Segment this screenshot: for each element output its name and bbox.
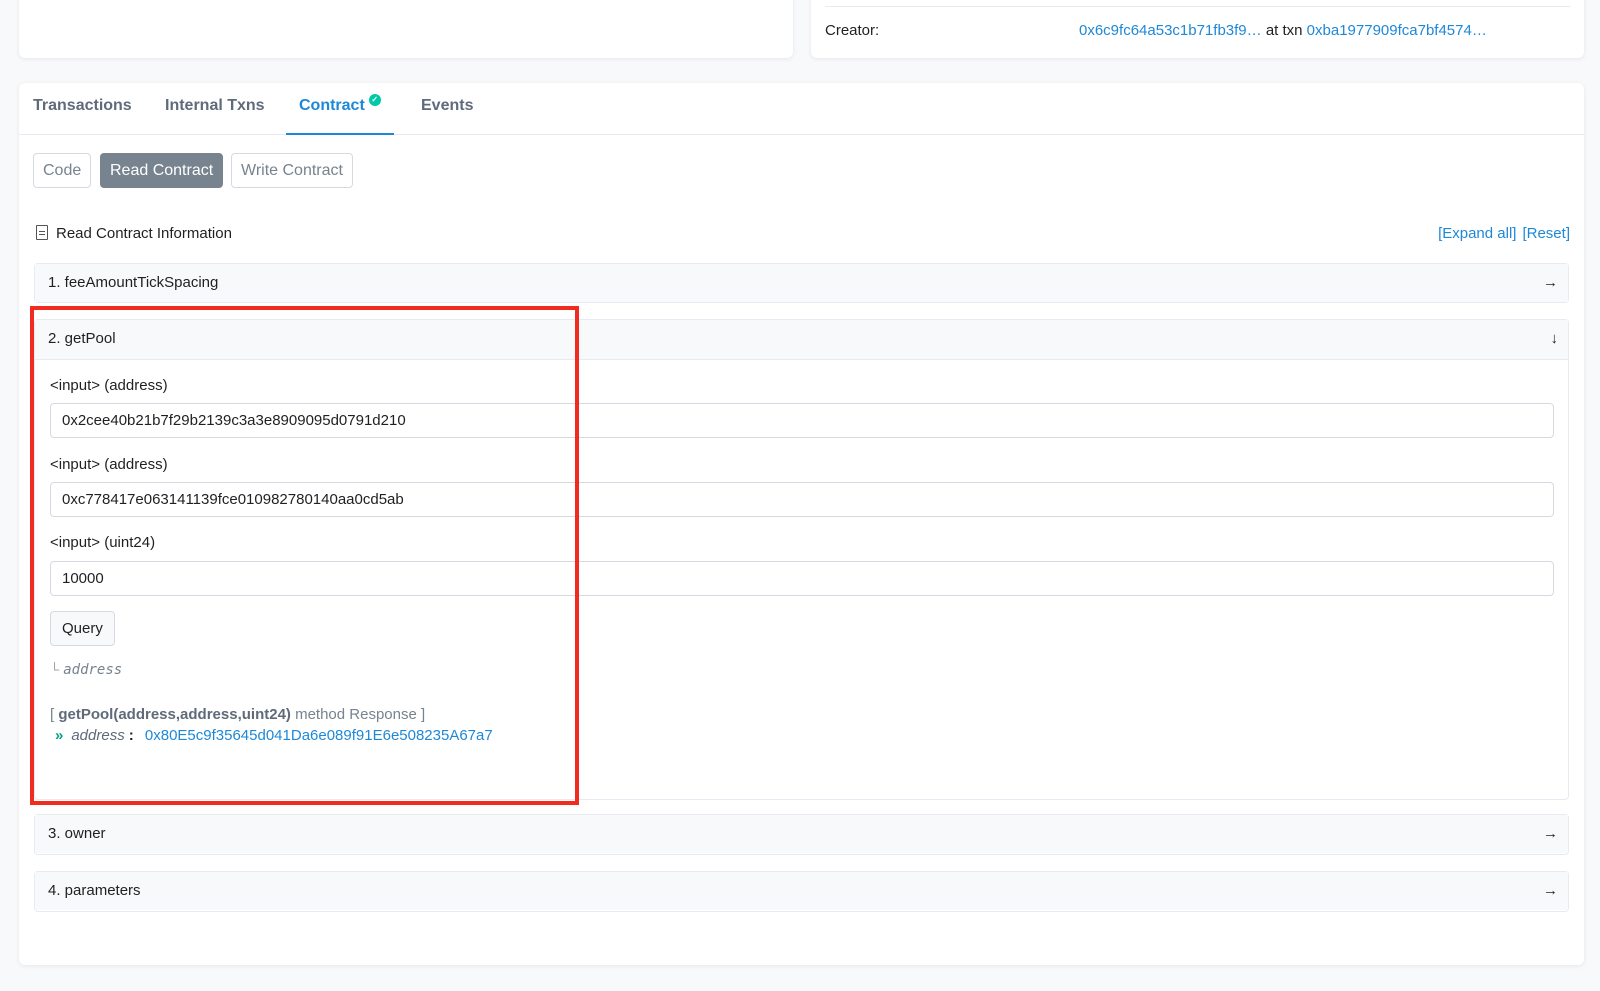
tab-transactions[interactable]: Transactions xyxy=(20,83,145,135)
input-label: <input> (address) xyxy=(50,377,168,394)
tab-events[interactable]: Events xyxy=(408,83,486,135)
method-title: 1. feeAmountTickSpacing xyxy=(48,274,219,291)
response-signature: getPool(address,address,uint24) xyxy=(58,706,291,723)
creator-txn-link[interactable]: 0xba1977909fca7bf4574… xyxy=(1307,22,1487,39)
method-title: 3. owner xyxy=(48,825,106,842)
creator-address-link[interactable]: 0x6c9fc64a53c1b71fb3f9… xyxy=(1079,22,1262,39)
verified-check-icon: ✓ xyxy=(368,94,381,106)
reset-link[interactable]: [Reset] xyxy=(1522,225,1570,242)
input-label: <input> (address) xyxy=(50,456,168,473)
method-header[interactable]: 3. owner → xyxy=(35,815,1568,853)
method-header[interactable]: 4. parameters → xyxy=(35,872,1568,910)
read-contract-info-row: Read Contract Information [Expand all] [R… xyxy=(33,225,1570,245)
arrow-right-icon: → xyxy=(1543,825,1558,842)
response-header: [ getPool(address,address,uint24) method… xyxy=(50,706,425,723)
tab-label: Events xyxy=(421,97,474,114)
method-header[interactable]: 2. getPool ↓ xyxy=(35,320,1568,360)
divider xyxy=(825,6,1570,7)
tab-internal-txns[interactable]: Internal Txns xyxy=(152,83,278,135)
tab-label: Transactions xyxy=(33,97,132,114)
fee-uint24-input[interactable]: 10000 xyxy=(50,561,1554,596)
read-contract-info-title: Read Contract Information xyxy=(56,225,232,242)
method-header[interactable]: 1. feeAmountTickSpacing → xyxy=(35,264,1568,302)
response-suffix: method Response ] xyxy=(295,706,426,723)
contract-card: Transactions Internal Txns Contract ✓ Eve… xyxy=(19,83,1584,965)
method-parameters: 4. parameters → xyxy=(34,871,1569,912)
token-b-address-input[interactable]: 0xc778417e063141139fce010982780140aa0cd5… xyxy=(50,482,1554,517)
method-get-pool: 2. getPool ↓ <input> (address) 0x2cee40b… xyxy=(34,319,1569,800)
write-contract-button[interactable]: Write Contract xyxy=(231,153,353,188)
tab-label: Internal Txns xyxy=(165,97,265,114)
arrow-down-icon: ↓ xyxy=(1550,330,1559,347)
method-title: 4. parameters xyxy=(48,882,141,899)
return-type-label: address xyxy=(63,662,123,678)
creator-label: Creator: xyxy=(825,22,880,39)
method-title: 2. getPool xyxy=(48,330,116,347)
code-button[interactable]: Code xyxy=(33,153,92,188)
corner-icon: └ xyxy=(50,662,60,677)
summary-card xyxy=(19,0,793,58)
method-fee-amount-tick-spacing: 1. feeAmountTickSpacing → xyxy=(34,263,1569,303)
pool-address-link[interactable]: 0x80E5c9f35645d041Da6e089f91E6e508235A67… xyxy=(145,727,493,744)
arrow-right-icon: → xyxy=(1543,274,1558,291)
token-a-address-input[interactable]: 0x2cee40b21b7f29b2139c3a3e8909095d0791d2… xyxy=(50,403,1554,438)
tab-bar: Transactions Internal Txns Contract ✓ Eve… xyxy=(19,83,1584,135)
response-key: address xyxy=(71,727,125,744)
tab-contract[interactable]: Contract ✓ xyxy=(286,83,394,135)
tab-label: Contract xyxy=(299,97,365,114)
arrow-right-icon: → xyxy=(1543,882,1558,899)
double-chevron-icon: » xyxy=(55,727,64,744)
input-label: <input> (uint24) xyxy=(50,534,156,551)
method-owner: 3. owner → xyxy=(34,814,1569,855)
expand-all-link[interactable]: [Expand all] xyxy=(1438,225,1516,242)
creator-value: 0x6c9fc64a53c1b71fb3f9… at txn 0xba19779… xyxy=(1079,22,1487,39)
info-actions: [Expand all] [Reset] xyxy=(1432,225,1570,242)
response-colon: : xyxy=(128,727,134,744)
bracket-open: [ xyxy=(50,706,55,723)
response-line: » address: 0x80E5c9f35645d041Da6e089f91E6… xyxy=(55,727,493,744)
more-info-card: Creator: 0x6c9fc64a53c1b71fb3f9… at txn … xyxy=(811,0,1584,58)
at-txn-text: at txn xyxy=(1265,22,1303,39)
read-contract-button[interactable]: Read Contract xyxy=(100,153,224,188)
return-type: └ address xyxy=(50,662,122,678)
document-icon xyxy=(36,225,48,240)
query-button[interactable]: Query xyxy=(50,611,115,646)
